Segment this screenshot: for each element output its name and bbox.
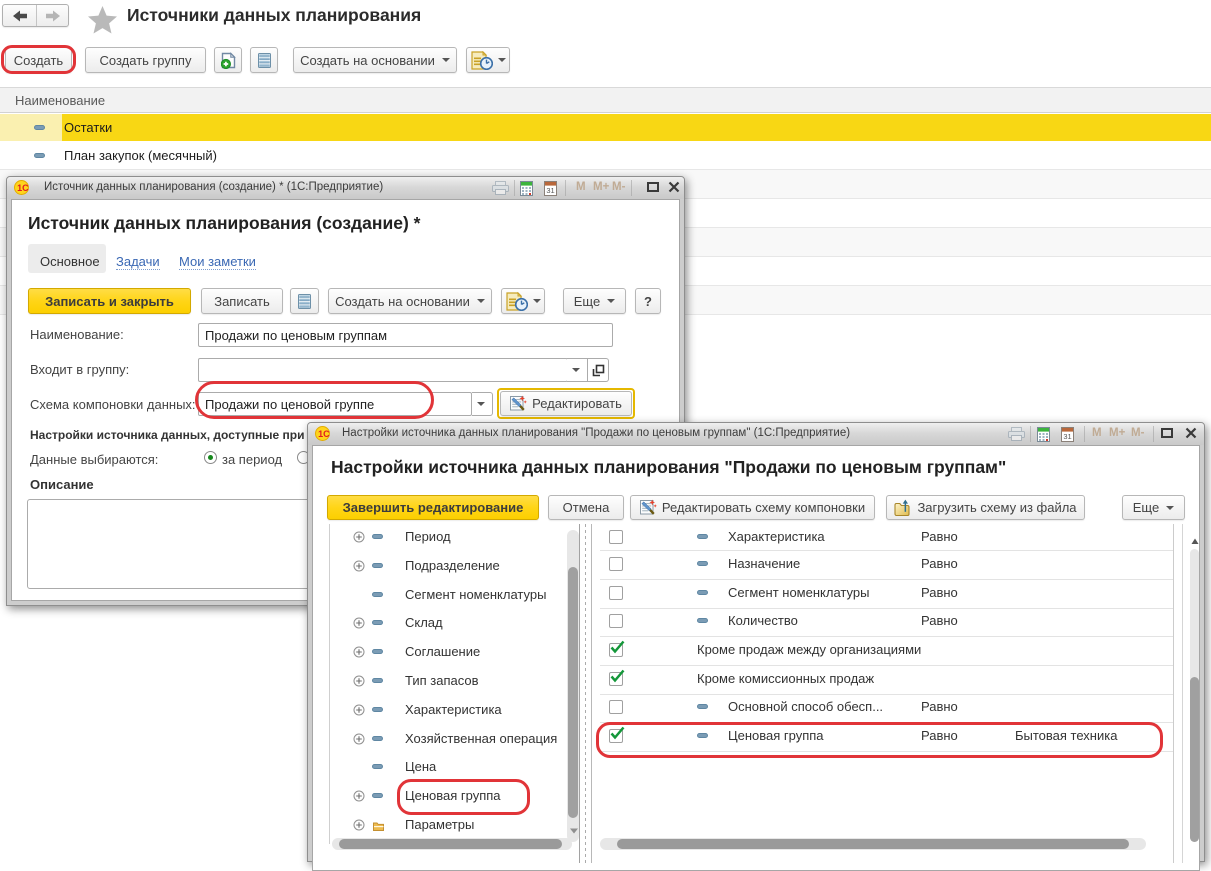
svg-text:31: 31 bbox=[546, 186, 554, 195]
svg-text:31: 31 bbox=[1063, 432, 1071, 441]
